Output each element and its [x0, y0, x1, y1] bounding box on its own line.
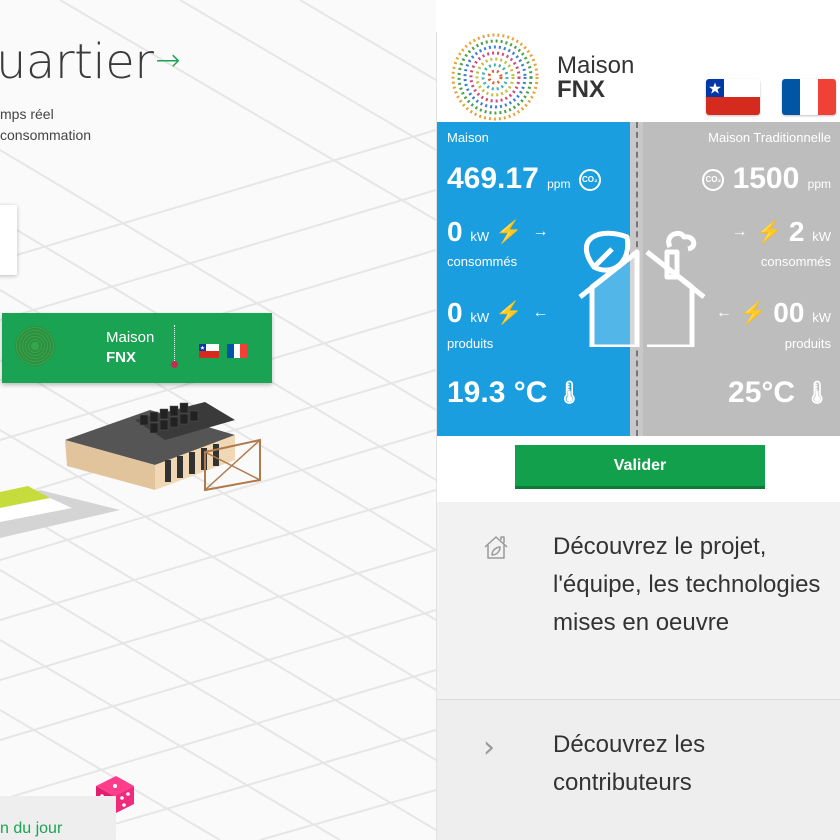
house-marker-name: Maison FNX — [106, 329, 155, 366]
france-flag-icon — [227, 344, 247, 358]
house-marker-banner[interactable]: Maison FNX — [2, 313, 272, 383]
production-label: produits — [447, 336, 494, 351]
chile-flag-icon[interactable] — [706, 79, 760, 115]
production-label: produits — [784, 336, 831, 351]
arrow-left-icon: ← — [532, 304, 549, 321]
lightning-icon: ⚡ — [755, 219, 783, 244]
consumption-label: consommés — [760, 254, 831, 269]
chevron-right-icon: › — [483, 730, 495, 765]
contributors-text[interactable]: Découvrez les contributeurs — [553, 726, 829, 802]
consumption-reading: → ⚡ 2 kW — [731, 216, 831, 247]
consumption-label: consommés — [447, 254, 518, 269]
co2-reading: CO₂ 1500 ppm — [702, 164, 831, 199]
house-name: Maison FNX — [557, 52, 635, 103]
arrow-right-icon: → — [532, 223, 549, 240]
eco-home-icon — [484, 536, 508, 559]
house-logo-icon — [15, 326, 55, 366]
project-info-link[interactable]: Découvrez le projet, l'équipe, les techn… — [437, 502, 840, 700]
co2-icon: CO₂ — [578, 169, 601, 191]
lightning-icon: ⚡ — [495, 219, 523, 244]
house-logo-icon — [451, 33, 539, 121]
lightning-icon: ⚡ — [739, 300, 768, 325]
neighborhood-map[interactable]: uartier→ mps réel consommation Maison FN… — [0, 0, 436, 840]
house-detail-panel: Maison FNX Maison 469.17 ppm CO₂ 0 kW ⚡ → … — [436, 32, 840, 840]
arrow-left-icon: ← — [715, 304, 732, 321]
page-subtitle: mps réel consommation — [0, 104, 91, 146]
daily-house-label[interactable]: n du jour — [0, 820, 62, 838]
lightning-icon: ⚡ — [495, 300, 523, 325]
subtitle-line: consommation — [0, 127, 92, 143]
co2-reading: 469.17 ppm CO₂ — [447, 164, 601, 199]
france-flag-icon[interactable] — [782, 79, 836, 115]
thermometer-icon: 🌡 — [803, 380, 831, 405]
validate-button[interactable]: Valider — [515, 445, 765, 489]
comparison-panel: Maison 469.17 ppm CO₂ 0 kW ⚡ → consommés 0… — [437, 122, 840, 436]
temperature-reading: 25°C 🌡 — [728, 376, 831, 409]
co2-icon: CO₂ — [702, 169, 725, 191]
marker-line — [174, 325, 175, 363]
column-label: Maison Traditionnelle — [708, 130, 831, 145]
thermometer-icon: 🌡 — [555, 380, 584, 405]
project-info-text[interactable]: Découvrez le projet, l'équipe, les techn… — [553, 528, 829, 642]
side-card[interactable] — [0, 205, 17, 275]
page-title[interactable]: uartier→ — [0, 38, 181, 86]
subtitle-line: mps réel — [0, 106, 54, 122]
eco-vs-traditional-house-icon — [578, 230, 706, 347]
temperature-reading: 19.3 °C 🌡 — [447, 376, 584, 409]
marker-dot — [171, 361, 178, 368]
panel-header: Maison FNX — [437, 32, 840, 122]
arrow-right-icon[interactable]: → — [156, 43, 181, 78]
production-reading: ← ⚡ 00 kW — [715, 297, 831, 328]
chile-flag-icon — [199, 344, 219, 358]
house-3d-model[interactable] — [55, 390, 265, 500]
contributors-link[interactable]: › Découvrez les contributeurs — [437, 700, 840, 840]
arrow-right-icon: → — [731, 223, 748, 240]
column-label: Maison — [447, 130, 489, 145]
consumption-reading: 0 kW ⚡ → — [447, 216, 549, 247]
production-reading: 0 kW ⚡ ← — [447, 297, 549, 328]
